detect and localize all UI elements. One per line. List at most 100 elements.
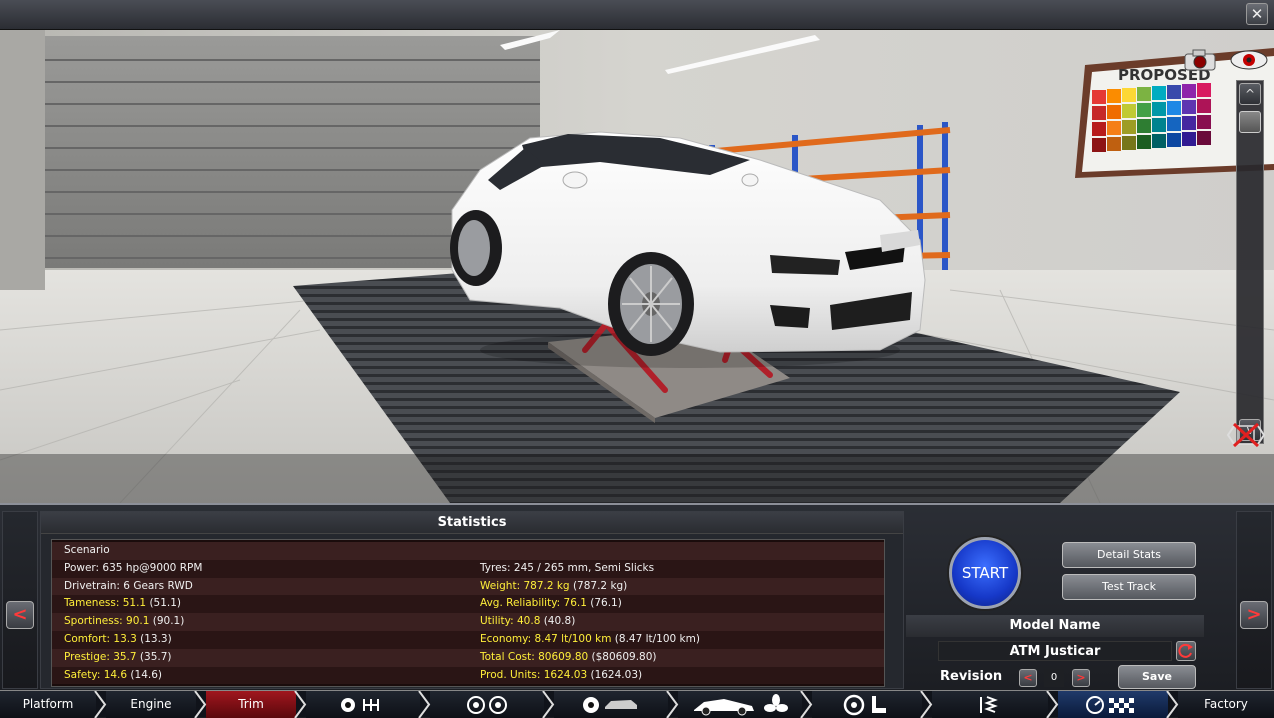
stats-row: Prestige: 35.7 (35.7) Total Cost: 80609.8… <box>52 648 884 667</box>
tab-factory[interactable]: Factory <box>1178 691 1274 718</box>
stat-cell: Tyres: 245 / 265 mm, Semi Slicks <box>468 560 884 578</box>
stat-cell: Prestige: 35.7 (35.7) <box>52 649 468 667</box>
stat-base-value: (76.1) <box>586 597 622 610</box>
tab-separator <box>418 691 431 718</box>
stat-cell <box>468 542 884 560</box>
wheels-icon <box>467 695 507 714</box>
stats-row: Comfort: 13.3 (13.3) Economy: 8.47 lt/100… <box>52 630 884 649</box>
left-nav-column: < <box>2 511 38 689</box>
steering-seat-icon <box>843 694 886 715</box>
stat-cell: Weight: 787.2 kg (787.2 kg) <box>468 578 884 596</box>
stats-row: Power: 635 hp@9000 RPM Tyres: 245 / 265 m… <box>52 559 884 578</box>
next-button[interactable]: > <box>1240 601 1268 629</box>
tab-separator <box>920 691 933 718</box>
tab-separator <box>542 691 555 718</box>
tab-separator <box>194 691 207 718</box>
revision-value: 0 <box>1044 669 1064 687</box>
stat-value: Total Cost: 80609.80 <box>480 650 589 663</box>
stat-base-value: (90.1) <box>149 615 185 628</box>
stat-cell: Utility: 40.8 (40.8) <box>468 613 884 631</box>
close-button[interactable]: ✕ <box>1246 3 1268 25</box>
stat-base-value: (13.3) <box>136 632 172 645</box>
stat-cell: Economy: 8.47 lt/100 km (8.47 lt/100 km) <box>468 631 884 649</box>
model-name-field[interactable]: ATM Justicar <box>938 641 1172 661</box>
stat-value: Weight: 787.2 kg <box>480 579 570 592</box>
stat-cell: Avg. Reliability: 76.1 (76.1) <box>468 595 884 613</box>
test-track-button[interactable]: Test Track <box>1062 574 1196 600</box>
tab-separator <box>294 691 307 718</box>
stat-value: Power: 635 hp@9000 RPM <box>64 561 203 574</box>
start-button[interactable]: START <box>949 537 1021 609</box>
stat-value: Avg. Reliability: 76.1 <box>480 597 587 610</box>
stat-cell: Comfort: 13.3 (13.3) <box>52 631 468 649</box>
stat-base-value: (35.7) <box>136 650 172 663</box>
detail-stats-button[interactable]: Detail Stats <box>1062 542 1196 568</box>
stat-cell: Sportiness: 90.1 (90.1) <box>52 613 468 631</box>
test-drive-icon <box>1086 695 1134 714</box>
scroll-up-button[interactable]: ^ <box>1239 83 1261 105</box>
tab-engine[interactable]: Engine <box>106 691 196 718</box>
camera-icon[interactable] <box>1183 48 1221 72</box>
tab-brakes-body[interactable] <box>554 691 668 718</box>
stats-row: Tameness: 51.1 (51.1) Avg. Reliability: 7… <box>52 595 884 614</box>
revision-next-button[interactable]: > <box>1072 669 1090 687</box>
stat-value: Prod. Units: 1624.03 <box>480 668 588 681</box>
brakes-body-icon <box>583 696 637 713</box>
tab-steering-seat[interactable] <box>812 691 922 718</box>
tab-separator <box>666 691 679 718</box>
stats-row: Scenario <box>52 542 884 560</box>
stat-value: Sportiness: 90.1 <box>64 615 150 628</box>
stat-cell: Power: 635 hp@9000 RPM <box>52 560 468 578</box>
tab-wheels[interactable] <box>430 691 544 718</box>
engine-gearbox-icon <box>341 697 379 712</box>
stat-value: Safety: 14.6 <box>64 668 128 681</box>
tab-test-drive[interactable] <box>1058 691 1168 718</box>
stats-row: Sportiness: 90.1 (90.1) Utility: 40.8 (40… <box>52 613 884 631</box>
stats-row: Drivetrain: 6 Gears RWD Weight: 787.2 kg … <box>52 577 884 596</box>
stat-cell: Scenario <box>52 542 468 560</box>
save-button[interactable]: Save <box>1118 665 1196 689</box>
stat-cell: Safety: 14.6 (14.6) <box>52 667 468 685</box>
garage-scene: PROPOSED <box>0 30 1274 503</box>
stat-value: Drivetrain: 6 Gears RWD <box>64 579 193 592</box>
no-hide-icon[interactable] <box>1226 420 1266 450</box>
prev-button[interactable]: < <box>6 601 34 629</box>
stat-value: Economy: 8.47 lt/100 km <box>480 632 612 645</box>
model-name-title: Model Name <box>906 615 1204 637</box>
suspension-icon <box>980 695 998 713</box>
zoom-scrollbar[interactable]: ^ v <box>1236 80 1264 444</box>
stat-value: Scenario <box>64 544 110 556</box>
revision-label: Revision <box>940 669 1003 684</box>
bottom-panel: < Statistics Scenario Power: 635 hp@9000 … <box>0 503 1274 690</box>
stat-cell: Total Cost: 80609.80 ($80609.80) <box>468 649 884 667</box>
revision-prev-button[interactable]: < <box>1019 669 1037 687</box>
stat-cell: Tameness: 51.1 (51.1) <box>52 595 468 613</box>
stat-cell: Drivetrain: 6 Gears RWD <box>52 578 468 596</box>
stat-value: Prestige: 35.7 <box>64 650 137 663</box>
scroll-thumb[interactable] <box>1239 111 1261 133</box>
stat-value: Comfort: 13.3 <box>64 632 137 645</box>
tab-separator <box>94 691 107 718</box>
stat-cell: Prod. Units: 1624.03 (1624.03) <box>468 667 884 685</box>
stat-base-value: (51.1) <box>146 597 182 610</box>
statistics-panel: Statistics Scenario Power: 635 hp@9000 RP… <box>40 511 904 689</box>
stat-base-value: (40.8) <box>540 615 576 628</box>
design-tab-bar: Platform Engine Trim Factory <box>0 690 1274 718</box>
tab-car-fan[interactable] <box>678 691 802 718</box>
control-panel: START Detail Stats Test Track Model Name… <box>906 511 1204 689</box>
stats-row: Safety: 14.6 (14.6) Prod. Units: 1624.03 … <box>52 666 884 685</box>
stat-base-value: (8.47 lt/100 km) <box>611 632 700 645</box>
stat-base-value: (14.6) <box>127 668 162 681</box>
car-fan-icon <box>694 693 788 715</box>
tab-trim[interactable]: Trim <box>206 691 296 718</box>
tab-platform[interactable]: Platform <box>0 691 96 718</box>
stat-value: Tameness: 51.1 <box>64 597 147 610</box>
tab-separator <box>1166 691 1179 718</box>
tab-engine-gearbox[interactable] <box>306 691 420 718</box>
eye-icon[interactable] <box>1228 48 1270 72</box>
top-bar: ✕ <box>0 0 1274 30</box>
refresh-icon[interactable] <box>1176 641 1196 661</box>
garage-3d-viewport[interactable]: PROPOSED ^ <box>0 30 1274 503</box>
tab-separator <box>1046 691 1059 718</box>
tab-suspension[interactable] <box>932 691 1048 718</box>
